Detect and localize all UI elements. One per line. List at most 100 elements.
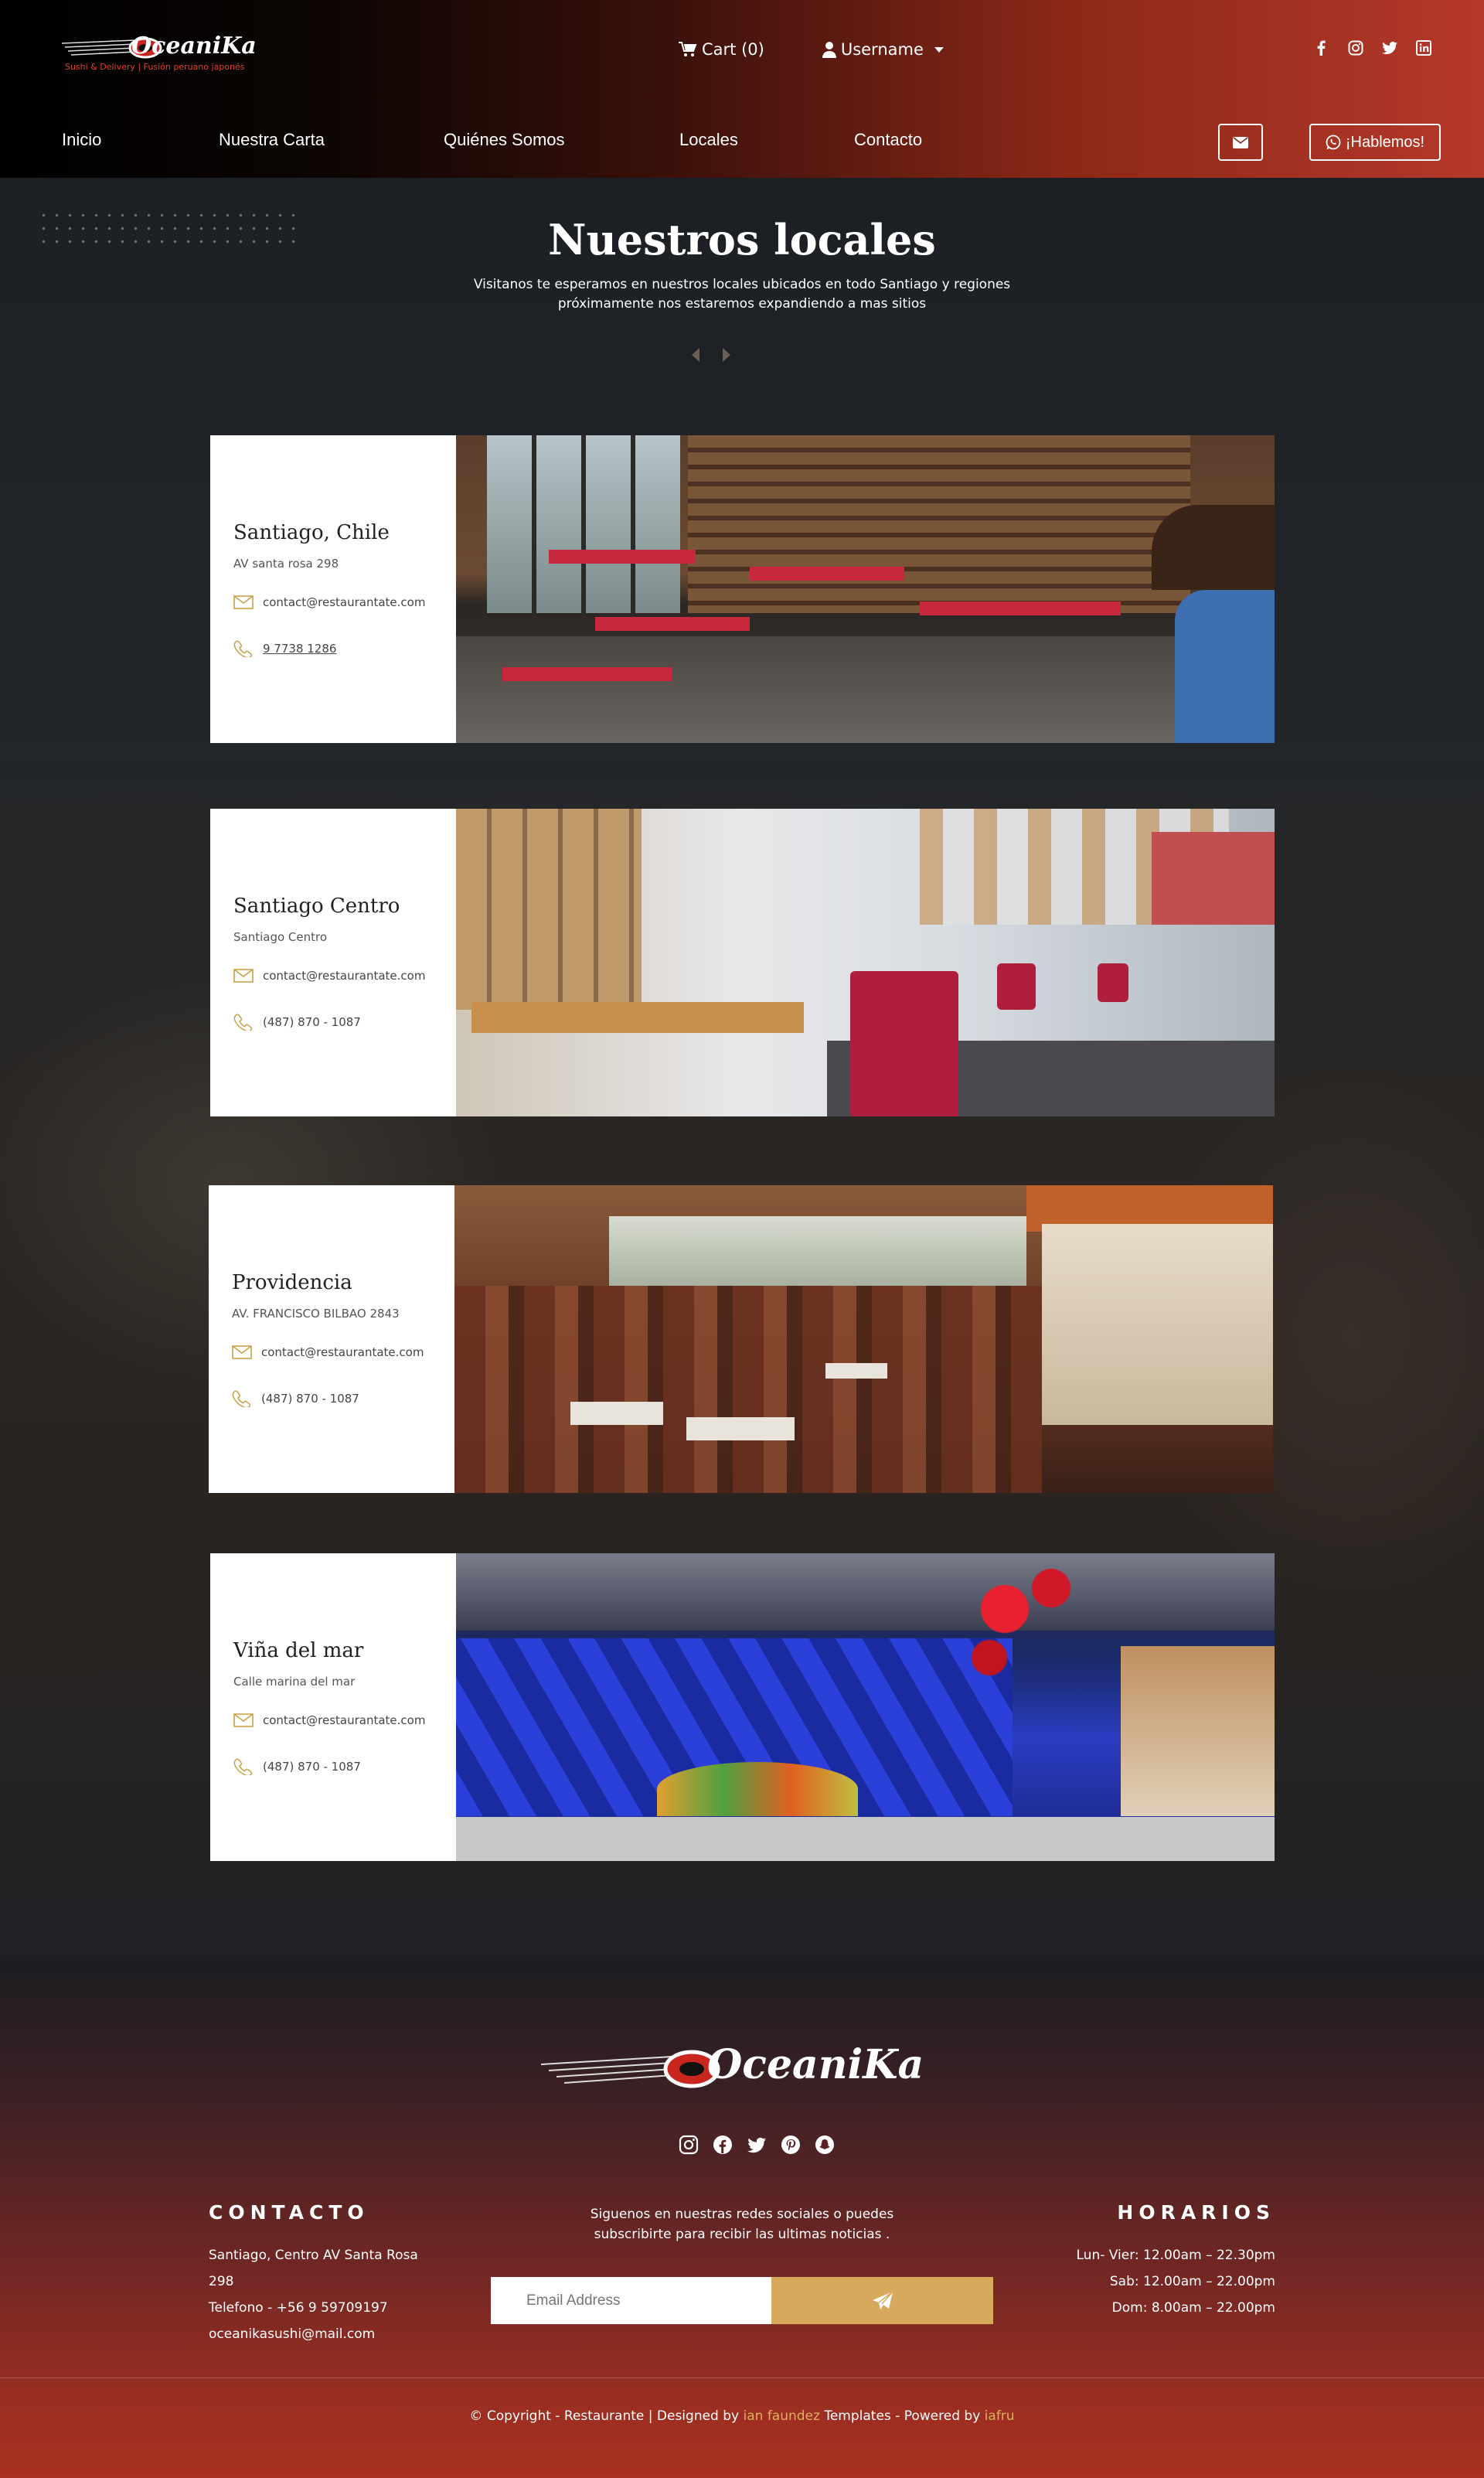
location-name: Viña del mar <box>233 1639 364 1662</box>
user-icon <box>822 42 836 58</box>
cart-link[interactable]: Cart (0) <box>679 40 764 59</box>
contact-heading: CONTACTO <box>209 2201 369 2224</box>
whatsapp-button[interactable]: ¡Hablemos! <box>1309 124 1441 161</box>
contact-info: Santiago, Centro AV Santa Rosa 298 Telef… <box>209 2242 425 2347</box>
location-name: Santiago, Chile <box>233 521 390 544</box>
location-phone[interactable]: 9 7738 1286 <box>263 642 336 656</box>
envelope-icon <box>233 595 254 609</box>
nav-nuestra-carta[interactable]: Nuestra Carta <box>219 130 325 150</box>
location-name: Providencia <box>232 1271 352 1294</box>
footer-socials <box>679 2135 835 2155</box>
location-email[interactable]: contact@restaurantate.com <box>261 1345 424 1359</box>
email-input[interactable] <box>491 2277 771 2324</box>
pinterest-icon[interactable] <box>781 2135 801 2155</box>
hablemos-label: ¡Hablemos! <box>1345 133 1425 151</box>
location-phone-row[interactable]: 9 7738 1286 <box>233 640 433 657</box>
location-email[interactable]: contact@restaurantate.com <box>263 1713 425 1727</box>
location-email-row[interactable]: contact@restaurantate.com <box>233 1712 433 1729</box>
arrow-right-icon[interactable] <box>723 348 730 362</box>
hours-saturday: Sab: 12.00am – 22.00pm <box>1109 2274 1275 2289</box>
location-card: Santiago, Chile AV santa rosa 298 contac… <box>210 435 1275 743</box>
user-menu[interactable]: Username <box>822 40 944 59</box>
location-email[interactable]: contact@restaurantate.com <box>263 969 425 983</box>
logo-tagline: Sushi & Delivery | Fusión peruano japoné… <box>65 62 245 72</box>
newsletter-form <box>491 2277 993 2324</box>
section-title: Nuestros locales <box>548 215 936 264</box>
copyright: © Copyright - Restaurante | Designed by … <box>0 2408 1484 2424</box>
logo-brand: OceaniKa <box>131 32 257 60</box>
envelope-icon <box>233 1713 254 1727</box>
header-socials <box>1314 40 1431 56</box>
user-label: Username <box>840 40 924 59</box>
snapchat-icon[interactable] <box>815 2135 835 2155</box>
envelope-icon <box>1233 136 1248 148</box>
location-card: Santiago Centro Santiago Centro contact@… <box>210 809 1275 1116</box>
location-phone[interactable]: (487) 870 - 1087 <box>263 1015 361 1029</box>
location-email[interactable]: contact@restaurantate.com <box>263 595 425 609</box>
carousel-arrows <box>692 348 730 362</box>
arrow-left-icon[interactable] <box>692 348 699 362</box>
section-subtitle: Visitanos te esperamos en nuestros local… <box>473 277 1011 312</box>
location-email-row[interactable]: contact@restaurantate.com <box>233 967 433 984</box>
location-info: Santiago, Chile AV santa rosa 298 contac… <box>210 435 456 743</box>
envelope-icon <box>233 969 254 983</box>
nav-locales[interactable]: Locales <box>679 130 738 150</box>
nav-quienes-somos[interactable]: Quiénes Somos <box>444 130 565 150</box>
hours-weekdays: Lun- Vier: 12.00am – 22.30pm <box>1076 2248 1276 2263</box>
instagram-icon[interactable] <box>679 2135 699 2155</box>
hours-sunday: Dom: 8.00am – 22.00pm <box>1111 2300 1275 2316</box>
location-name: Santiago Centro <box>233 895 400 918</box>
mail-button[interactable] <box>1218 124 1263 161</box>
designer-link[interactable]: ian faundez <box>744 2408 820 2424</box>
location-phone[interactable]: (487) 870 - 1087 <box>263 1760 361 1774</box>
contact-phone[interactable]: Telefono - +56 9 59709197 <box>209 2295 425 2321</box>
location-address: Santiago Centro <box>233 930 328 944</box>
linkedin-icon[interactable] <box>1416 40 1431 56</box>
instagram-icon[interactable] <box>1348 40 1363 56</box>
copyright-prefix: © Copyright - Restaurante | Designed by <box>469 2408 744 2424</box>
phone-icon <box>233 1014 253 1031</box>
nav-contacto[interactable]: Contacto <box>854 130 922 150</box>
location-photo <box>456 809 1275 1116</box>
location-card: Providencia AV. FRANCISCO BILBAO 2843 co… <box>209 1185 1273 1493</box>
site-footer: OceaniKa CONTACTO Santiago, Centro AV Sa… <box>0 1960 1484 2478</box>
footer-divider <box>0 2377 1484 2378</box>
location-address: AV. FRANCISCO BILBAO 2843 <box>232 1307 400 1321</box>
location-info: Providencia AV. FRANCISCO BILBAO 2843 co… <box>209 1185 454 1493</box>
opening-hours: Lun- Vier: 12.00am – 22.30pm Sab: 12.00a… <box>1077 2242 1276 2321</box>
chevron-down-icon <box>934 46 944 53</box>
location-photo <box>454 1185 1273 1493</box>
top-actions: Cart (0) Username <box>679 40 944 59</box>
facebook-icon[interactable] <box>713 2135 733 2155</box>
location-card: Viña del mar Calle marina del mar contac… <box>210 1553 1275 1861</box>
whatsapp-icon <box>1326 135 1341 150</box>
location-phone-row[interactable]: (487) 870 - 1087 <box>233 1014 433 1031</box>
location-phone[interactable]: (487) 870 - 1087 <box>261 1392 359 1406</box>
location-phone-row[interactable]: (487) 870 - 1087 <box>233 1758 433 1775</box>
contact-email[interactable]: oceanikasushi@mail.com <box>209 2321 425 2347</box>
powered-link[interactable]: iafru <box>985 2408 1015 2424</box>
location-phone-row[interactable]: (487) 870 - 1087 <box>232 1390 431 1407</box>
footer-logo[interactable]: OceaniKa <box>541 2041 943 2095</box>
nav-inicio[interactable]: Inicio <box>62 130 101 150</box>
footer-brand: OceaniKa <box>707 2041 924 2088</box>
location-photo <box>456 435 1275 743</box>
facebook-icon[interactable] <box>1314 40 1329 56</box>
phone-icon <box>233 1758 253 1775</box>
location-address: AV santa rosa 298 <box>233 557 339 571</box>
contact-address: Santiago, Centro AV Santa Rosa 298 <box>209 2248 418 2289</box>
location-email-row[interactable]: contact@restaurantate.com <box>233 594 433 611</box>
twitter-icon[interactable] <box>1382 40 1397 56</box>
site-logo[interactable]: OceaniKa Sushi & Delivery | Fusión perua… <box>54 29 257 76</box>
subscribe-button[interactable] <box>771 2277 993 2324</box>
hours-heading: HORARIOS <box>1117 2201 1275 2224</box>
copyright-mid: Templates - Powered by <box>819 2408 985 2424</box>
location-email-row[interactable]: contact@restaurantate.com <box>232 1344 431 1361</box>
phone-icon <box>233 640 253 657</box>
location-address: Calle marina del mar <box>233 1675 356 1689</box>
paper-plane-icon <box>872 2290 893 2309</box>
cart-label: Cart (0) <box>702 40 764 59</box>
location-photo <box>456 1553 1275 1861</box>
twitter-icon[interactable] <box>747 2135 767 2155</box>
phone-icon <box>232 1390 251 1407</box>
